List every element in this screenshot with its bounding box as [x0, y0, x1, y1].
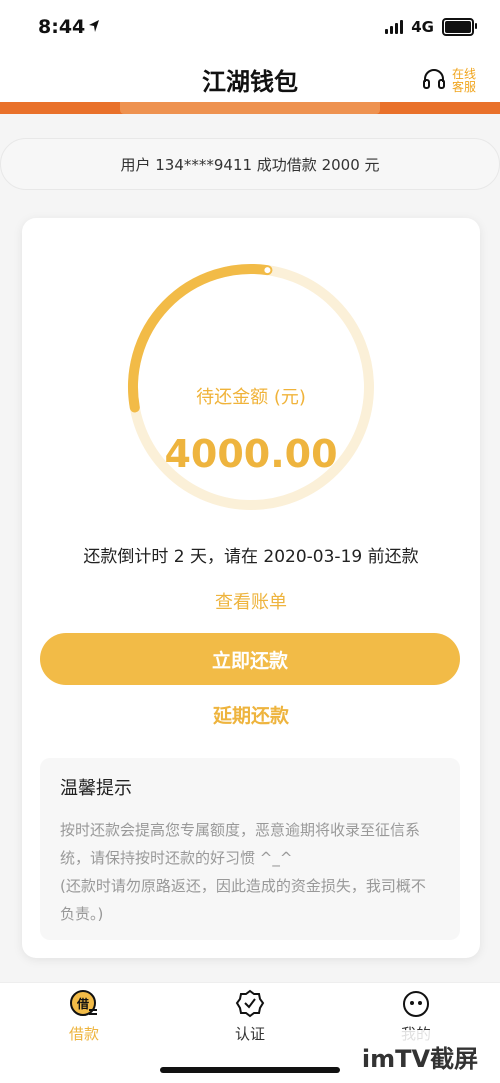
tips-box: 温馨提示 按时还款会提高您专属额度，恶意逾期将收录至征信系统，请保持按时还款的好… — [40, 758, 460, 940]
repay-now-button[interactable]: 立即还款 — [40, 633, 460, 685]
tips-line-2: (还款时请勿原路返还，因此造成的资金损失，我司概不负责。) — [60, 877, 426, 923]
tips-title: 温馨提示 — [60, 778, 132, 799]
banner-strip — [0, 102, 500, 114]
profile-face-icon — [403, 991, 429, 1017]
pending-amount: 4000.00 — [164, 432, 338, 476]
network-type: 4G — [411, 18, 434, 36]
online-service-button[interactable]: 在线客服 — [422, 68, 480, 94]
loan-icon: 借 — [70, 990, 97, 1016]
location-arrow-icon — [88, 18, 100, 37]
status-time: 8:44 — [38, 16, 86, 38]
tab-loan-label: 借款 — [68, 1025, 99, 1043]
home-indicator — [160, 1067, 340, 1073]
verify-badge-icon — [235, 989, 265, 1018]
online-service-label: 在线客服 — [452, 67, 477, 94]
amount-ring: 待还金额 (元) 4000.00 — [124, 260, 378, 514]
nav-bar: 江湖钱包 在线客服 — [0, 54, 500, 102]
tab-loan[interactable]: 借 借款 — [34, 989, 134, 1044]
repay-countdown: 还款倒计时 2 天，请在 2020-03-19 前还款 — [83, 547, 419, 567]
watermark: imTV截屏 — [340, 1030, 500, 1082]
view-bill-link[interactable]: 查看账单 — [22, 588, 480, 614]
extend-repayment-link[interactable]: 延期还款 — [22, 701, 480, 728]
signal-icon — [385, 20, 404, 34]
pending-amount-label: 待还金额 (元) — [196, 387, 306, 408]
tab-verify[interactable]: 认证 — [200, 989, 300, 1044]
tab-verify-label: 认证 — [234, 1025, 265, 1043]
tips-line-1: 按时还款会提高您专属额度，恶意逾期将收录至征信系统，请保持按时还款的好习惯 ^_… — [60, 821, 421, 867]
loan-icon-text: 借 — [76, 996, 89, 1011]
loan-notice: 用户 134****9411 成功借款 2000 元 — [0, 138, 500, 190]
status-bar: 8:44 4G — [0, 0, 500, 54]
ring-end-dot — [264, 267, 271, 274]
battery-icon — [442, 18, 477, 36]
headset-icon — [422, 68, 446, 94]
repayment-card: 待还金额 (元) 4000.00 还款倒计时 2 天，请在 2020-03-19… — [22, 218, 480, 958]
